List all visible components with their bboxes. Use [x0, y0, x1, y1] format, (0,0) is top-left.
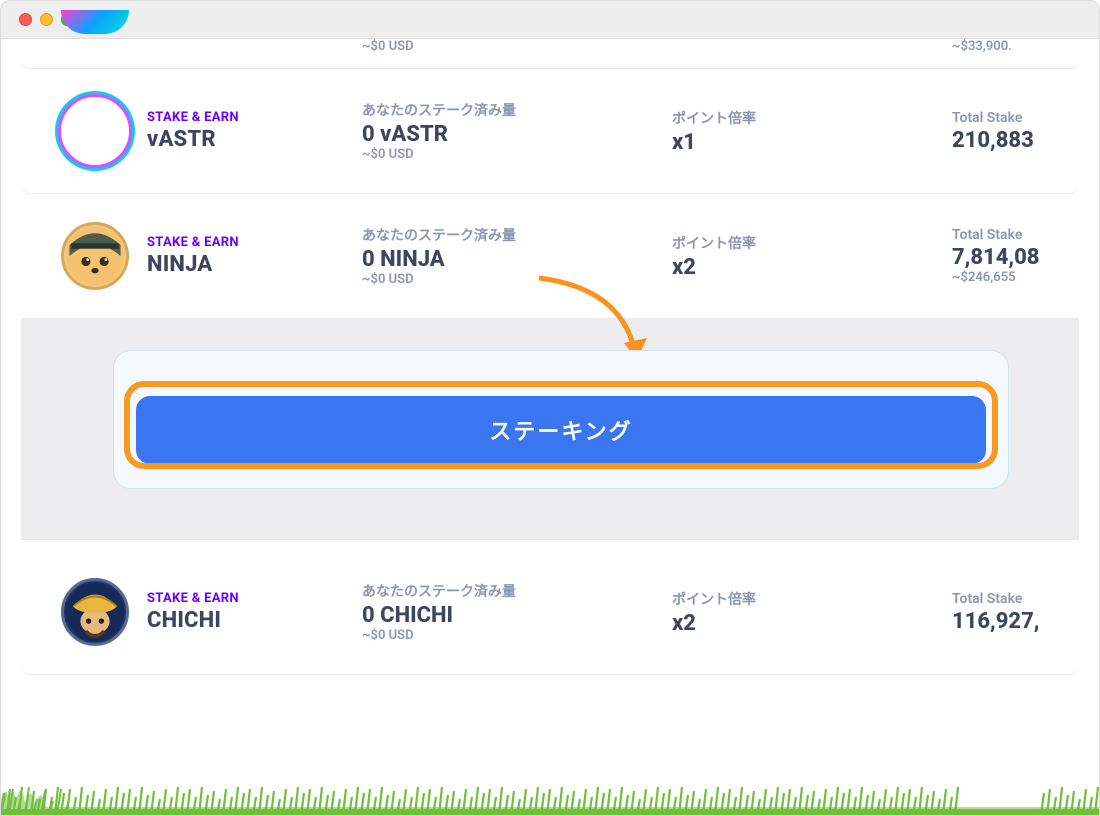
multiplier-value: x2: [672, 611, 952, 636]
total-value: 210,883: [952, 128, 1079, 153]
token-name: vASTR: [147, 127, 362, 152]
total-usd: ~$33,900.: [952, 39, 1079, 54]
stake-earn-badge: STAKE & EARN: [147, 591, 362, 606]
multiplier-value: x2: [672, 255, 952, 280]
token-row-ninja[interactable]: STAKE & EARN NINJA あなたのステーク済み量 0 NINJA ~…: [21, 194, 1079, 318]
staked-label: あなたのステーク済み量: [362, 100, 672, 120]
multiplier-label: ポイント倍率: [672, 108, 952, 128]
token-row-chichi[interactable]: STAKE & EARN CHICHI あなたのステーク済み量 0 CHICHI…: [21, 550, 1079, 675]
multiplier-value: x1: [672, 130, 952, 155]
chichi-icon: [61, 578, 129, 646]
token-row[interactable]: ~$0 USD ~$33,900.: [21, 39, 1079, 69]
window-close-icon[interactable]: [19, 13, 32, 26]
staked-usd: ~$0 USD: [362, 147, 672, 162]
staked-value: 0 CHICHI: [362, 603, 672, 628]
stake-card: ステーキング: [113, 350, 1009, 489]
total-value: 7,814,08: [952, 245, 1079, 270]
staked-value: 0 NINJA: [362, 247, 672, 272]
staked-label: あなたのステーク済み量: [362, 225, 672, 245]
multiplier-label: ポイント倍率: [672, 589, 952, 609]
token-name: NINJA: [147, 252, 362, 277]
expanded-stake-panel: ステーキング: [21, 318, 1079, 540]
window-titlebar: [1, 1, 1099, 39]
total-label: Total Stake: [952, 110, 1079, 126]
total-value: 116,927,: [952, 609, 1079, 634]
token-name: CHICHI: [147, 608, 362, 633]
app-content: ~$0 USD ~$33,900. STAKE & EARN vASTR あなた…: [1, 39, 1099, 815]
total-label: Total Stake: [952, 591, 1079, 607]
staked-usd: ~$0 USD: [362, 272, 672, 287]
stake-earn-badge: STAKE & EARN: [147, 110, 362, 125]
stake-earn-badge: STAKE & EARN: [147, 235, 362, 250]
staked-label: あなたのステーク済み量: [362, 581, 672, 601]
multiplier-label: ポイント倍率: [672, 233, 952, 253]
staking-button[interactable]: ステーキング: [136, 396, 986, 464]
total-usd: ~$246,655: [952, 270, 1079, 285]
staked-value: 0 vASTR: [362, 122, 672, 147]
browser-window: ~$0 USD ~$33,900. STAKE & EARN vASTR あなた…: [0, 0, 1100, 816]
staked-usd: ~$0 USD: [362, 39, 672, 54]
ninja-icon: [61, 222, 129, 290]
vastr-icon: [61, 97, 129, 165]
total-label: Total Stake: [952, 227, 1079, 243]
window-minimize-icon[interactable]: [40, 13, 53, 26]
token-row-vastr[interactable]: STAKE & EARN vASTR あなたのステーク済み量 0 vASTR ~…: [21, 69, 1079, 194]
staked-usd: ~$0 USD: [362, 628, 672, 643]
